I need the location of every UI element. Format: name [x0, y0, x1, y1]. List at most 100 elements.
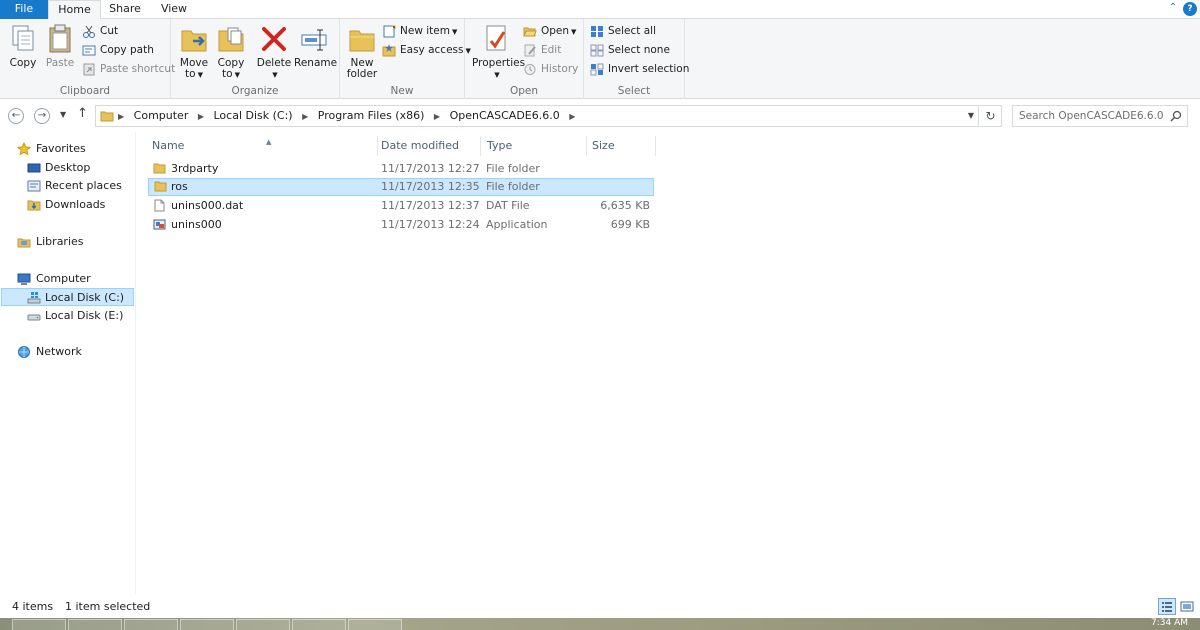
- paste-shortcut-button[interactable]: Paste shortcut: [82, 61, 175, 78]
- file-type: File folder: [486, 180, 540, 193]
- properties-button[interactable]: Properties ▼: [472, 23, 525, 81]
- file-name: 3rdparty: [171, 162, 219, 175]
- details-view-button[interactable]: [1158, 598, 1176, 615]
- easy-access-button[interactable]: Easy access ▼: [382, 42, 471, 59]
- drive-icon: [27, 314, 41, 321]
- tree-label: Libraries: [36, 235, 84, 248]
- tree-item-downloads[interactable]: Downloads: [0, 196, 134, 214]
- application-icon: [153, 219, 166, 230]
- breadcrumb-program-files-x86[interactable]: Program Files (x86): [318, 109, 425, 122]
- paste-button[interactable]: Paste: [41, 23, 79, 69]
- invert-selection-button[interactable]: Invert selection: [590, 61, 689, 78]
- table-row[interactable]: unins000 11/17/2013 12:24 ... Applicatio…: [149, 216, 653, 234]
- tree-item-favorites[interactable]: Favorites: [0, 140, 134, 158]
- select-all-button[interactable]: Select all: [590, 23, 656, 40]
- edit-button[interactable]: Edit: [523, 42, 561, 59]
- history-label: History: [541, 63, 579, 75]
- up-arrow-icon[interactable]: ↑: [77, 106, 88, 121]
- copy-to-label-2: to: [222, 68, 233, 80]
- new-folder-icon: [349, 30, 375, 52]
- taskbar-button[interactable]: [348, 619, 402, 630]
- tab-view[interactable]: View: [149, 0, 199, 19]
- ribbon-tab-bar: File Home Share View ⌃ ?: [0, 0, 1200, 20]
- chevron-right-icon[interactable]: ▶: [302, 112, 308, 121]
- address-dropdown-icon[interactable]: ▼: [968, 111, 974, 120]
- taskbar-button[interactable]: [124, 619, 178, 630]
- table-row[interactable]: 3rdparty 11/17/2013 12:27 ... File folde…: [149, 160, 653, 178]
- tree-item-computer[interactable]: Computer: [0, 270, 134, 288]
- taskbar-button[interactable]: [292, 619, 346, 630]
- new-item-button[interactable]: New item ▼: [382, 23, 457, 40]
- tree-item-libraries[interactable]: Libraries: [0, 233, 134, 251]
- tree-item-local-disk-c[interactable]: Local Disk (C:): [1, 288, 134, 306]
- cut-button[interactable]: Cut: [82, 23, 118, 40]
- chevron-right-icon[interactable]: ▶: [118, 112, 124, 121]
- breadcrumb-opencascade[interactable]: OpenCASCADE6.6.0: [450, 109, 560, 122]
- open-button[interactable]: Open ▼: [523, 23, 576, 40]
- file-type: File folder: [486, 162, 540, 175]
- rename-button[interactable]: Rename: [294, 23, 337, 69]
- taskbar-button[interactable]: [68, 619, 122, 630]
- tab-share[interactable]: Share: [101, 0, 149, 19]
- navigation-bar: ← → ▼ ↑ ▶ Computer ▶ Local Disk (C:) ▶ P…: [0, 100, 1200, 132]
- chevron-right-icon[interactable]: ▶: [434, 112, 440, 121]
- copy-to-button[interactable]: Copy to ▼: [212, 23, 250, 81]
- taskbar-button[interactable]: [180, 619, 234, 630]
- selection-count: 1 item selected: [65, 600, 151, 613]
- invert-selection-label: Invert selection: [608, 63, 690, 75]
- file-date: 11/17/2013 12:27 ...: [381, 162, 481, 175]
- tree-item-local-disk-e[interactable]: Local Disk (E:): [0, 307, 134, 325]
- recent-locations-chevron-icon[interactable]: ▼: [60, 110, 66, 119]
- back-arrow-icon[interactable]: ←: [8, 108, 24, 124]
- breadcrumb-computer[interactable]: Computer: [134, 109, 189, 122]
- tab-file[interactable]: File: [0, 0, 48, 19]
- item-count: 4 items: [12, 600, 54, 613]
- new-folder-button[interactable]: New folder: [343, 23, 381, 80]
- address-bar[interactable]: ▶ Computer ▶ Local Disk (C:) ▶ Program F…: [95, 105, 979, 127]
- tree-item-network[interactable]: Network: [0, 343, 134, 361]
- select-all-label: Select all: [608, 25, 656, 37]
- select-none-button[interactable]: Select none: [590, 42, 670, 59]
- caret-down-icon: ▼: [234, 71, 240, 79]
- tree-label: Downloads: [45, 198, 106, 211]
- file-date: 11/17/2013 12:24 ...: [381, 218, 481, 231]
- file-type: Application: [486, 218, 548, 231]
- help-icon[interactable]: ?: [1183, 2, 1197, 16]
- search-icon[interactable]: [1170, 110, 1182, 122]
- refresh-icon[interactable]: ↻: [980, 105, 1002, 127]
- table-row[interactable]: unins000.dat 11/17/2013 12:37 ... DAT Fi…: [149, 197, 653, 215]
- system-clock[interactable]: 7:34 AM: [1151, 618, 1188, 628]
- move-to-button[interactable]: Move to ▼: [175, 23, 213, 81]
- breadcrumb-local-disk-c[interactable]: Local Disk (C:): [214, 109, 293, 122]
- chevron-up-icon[interactable]: ⌃: [1166, 2, 1180, 16]
- sort-ascending-icon: ▲: [266, 138, 272, 146]
- column-header-name[interactable]: ▲ Name: [146, 136, 378, 156]
- tree-label: Network: [36, 345, 82, 358]
- tree-label: Computer: [36, 272, 91, 285]
- libraries-icon: [17, 238, 31, 248]
- tab-home[interactable]: Home: [48, 0, 101, 20]
- column-header-type[interactable]: Type: [481, 136, 587, 156]
- copy-button[interactable]: Copy: [4, 23, 42, 69]
- move-to-label-2: to: [185, 68, 196, 80]
- chevron-right-icon[interactable]: ▶: [198, 112, 204, 121]
- scissors-icon: [83, 25, 95, 38]
- search-input[interactable]: Search OpenCASCADE6.6.0: [1012, 105, 1188, 127]
- chevron-right-icon[interactable]: ▶: [569, 112, 575, 121]
- copy-path-button[interactable]: Copy path: [82, 42, 154, 59]
- tree-item-recent-places[interactable]: Recent places: [0, 177, 134, 195]
- taskbar-button[interactable]: [236, 619, 290, 630]
- computer-icon: [17, 273, 31, 285]
- delete-button[interactable]: Delete ▼: [255, 23, 293, 81]
- copy-label: Copy: [9, 57, 37, 69]
- taskbar-button[interactable]: [12, 619, 66, 630]
- table-row[interactable]: ros 11/17/2013 12:35 ... File folder: [148, 178, 654, 196]
- column-header-date-modified[interactable]: Date modified: [375, 136, 481, 156]
- forward-arrow-icon[interactable]: →: [34, 108, 50, 124]
- column-header-size[interactable]: Size: [586, 136, 656, 156]
- select-none-label: Select none: [608, 44, 670, 56]
- large-icons-view-button[interactable]: [1178, 598, 1196, 615]
- open-folder-icon: [523, 27, 537, 37]
- tree-item-desktop[interactable]: Desktop: [0, 159, 134, 177]
- history-button[interactable]: History: [523, 61, 578, 78]
